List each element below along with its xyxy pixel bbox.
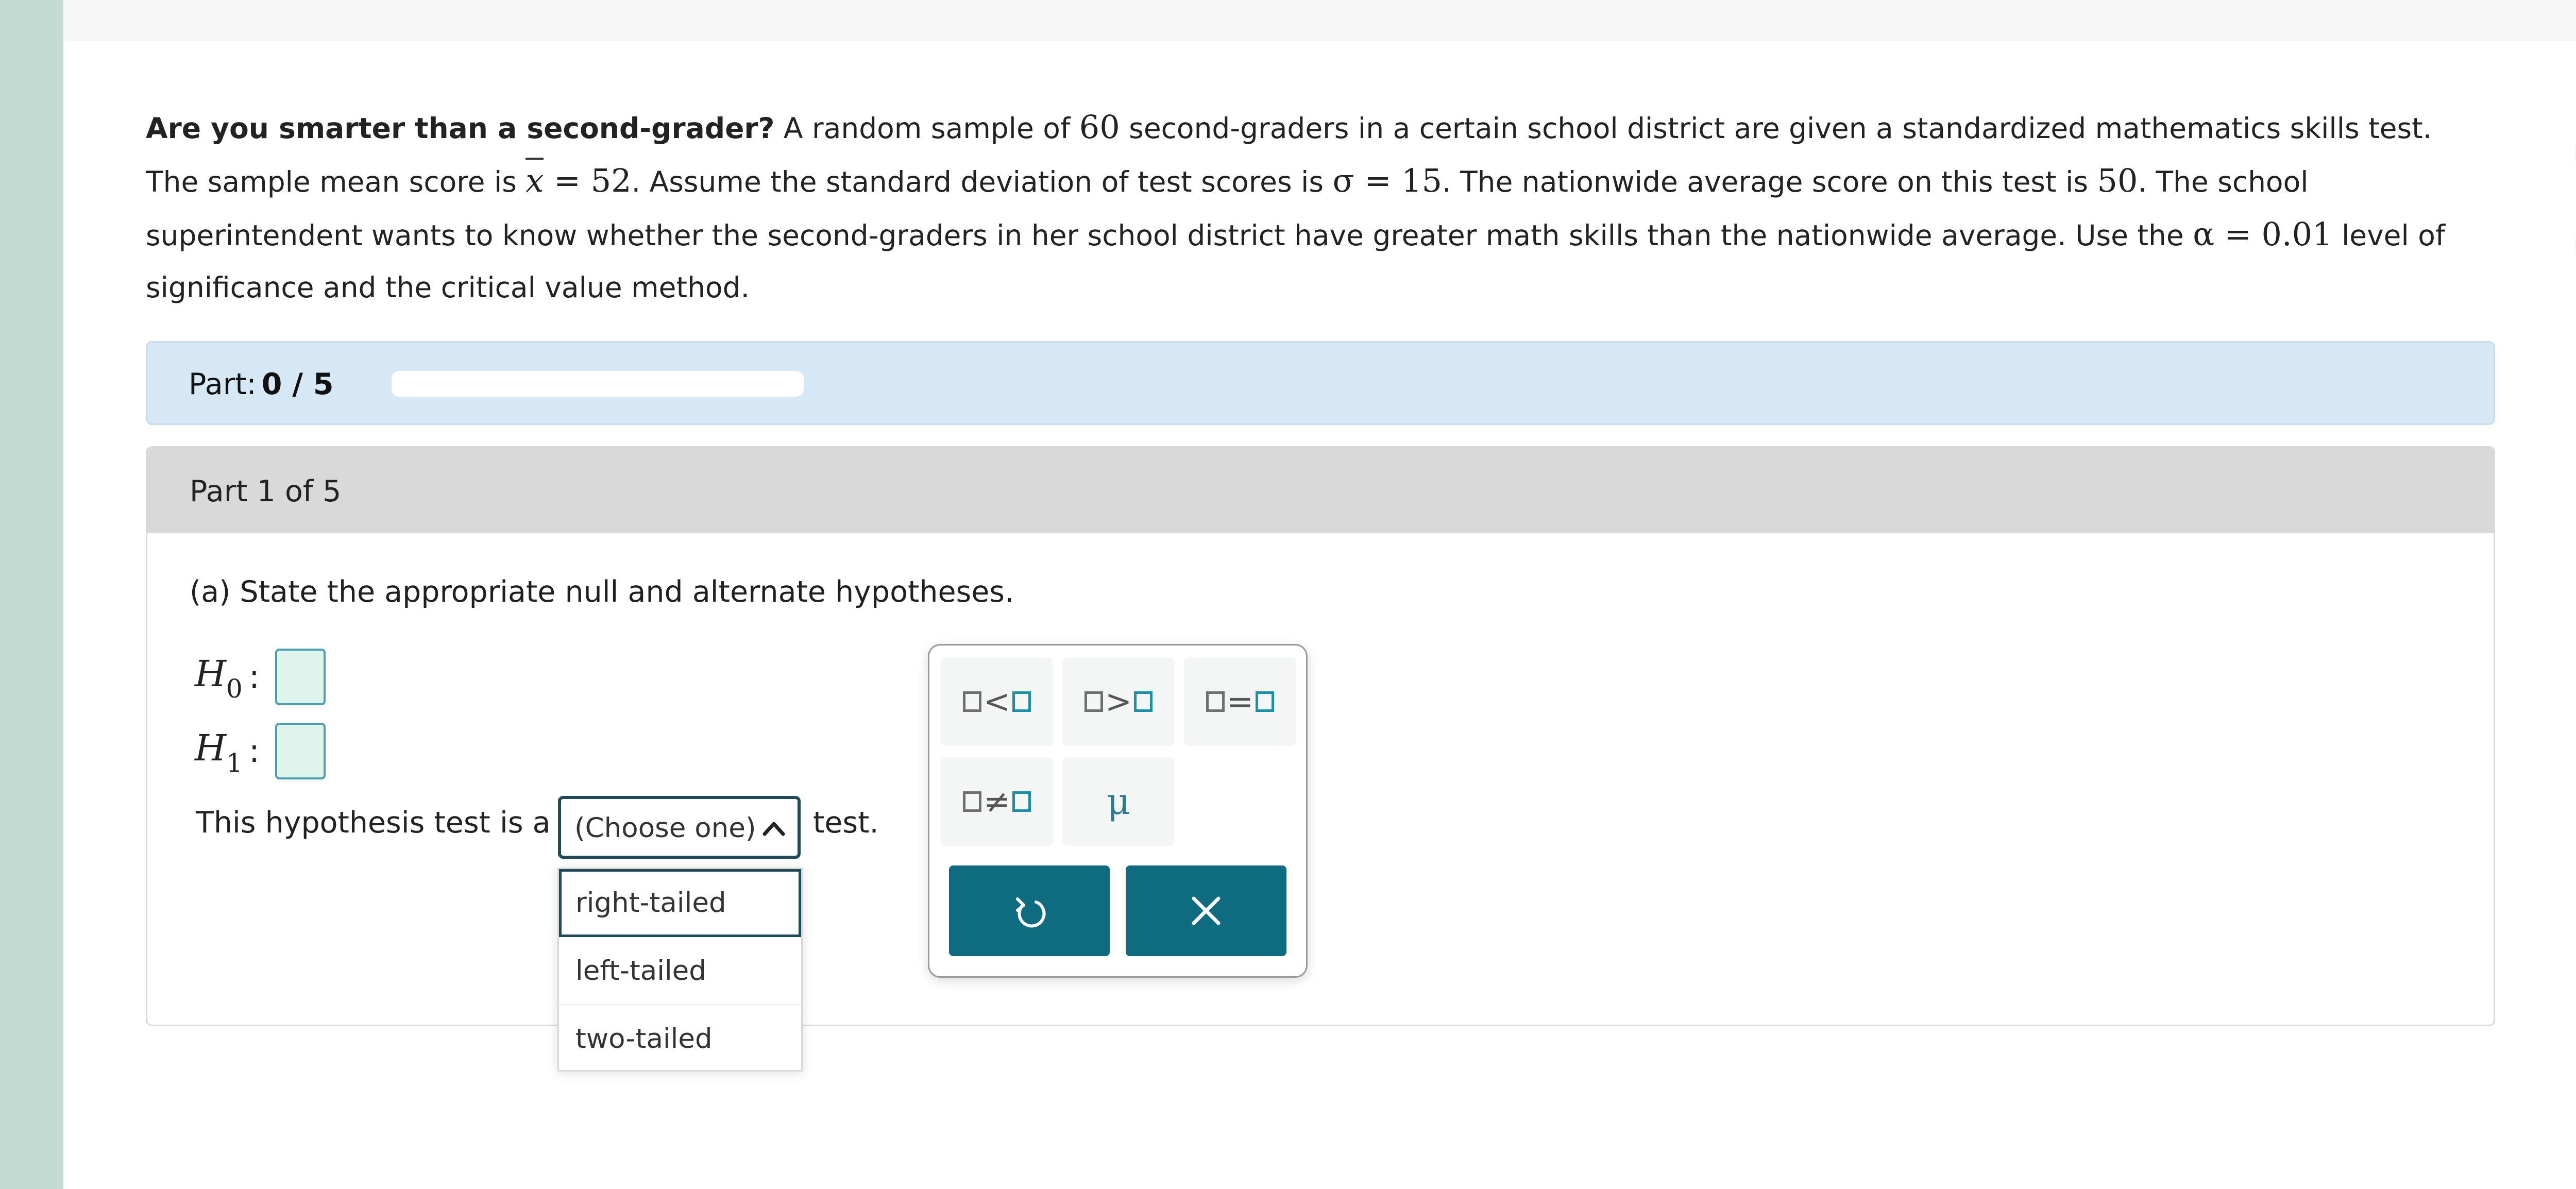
question-text-part-4: . The nationwide average score on this t… [1442,165,2097,198]
part-card: Part 1 of 5 [146,446,2495,1026]
h1-colon: : [249,732,260,770]
part-header: Part 1 of 5 [147,448,2494,533]
population-mean: 50 [2097,162,2138,199]
progress-track [392,371,804,397]
option-right-tailed[interactable]: right-tailed [559,869,801,937]
not-equal-symbol: ≠ [984,783,1010,820]
progress-label: Part: 0 / 5 [189,366,334,402]
sample-mean-value: = 52 [544,162,632,199]
test-type-prefix: This hypothesis test is a [196,806,551,840]
not-equal-button[interactable]: ≠ [941,757,1053,846]
empty-box-icon [1084,691,1104,712]
question-text: Are you smarter than a second-grader? A … [146,101,2485,314]
empty-box-icon [1012,691,1031,712]
part-instruction: (a) State the appropriate null and alter… [190,575,1014,609]
part-header-label: Part 1 of 5 [190,474,342,508]
sample-size: 60 [1079,108,1120,146]
equals-symbol: = [1227,683,1253,720]
greater-than-symbol: > [1105,683,1132,720]
clear-button[interactable] [1126,865,1286,956]
h0-colon: : [249,658,260,695]
page: Are you smarter than a second-grader? A … [0,0,2576,1189]
option-two-tailed[interactable]: two-tailed [559,1005,801,1073]
equals-button[interactable]: = [1184,657,1296,746]
h0-subscript: 0 [226,674,243,704]
part-progress-bar: Part: 0 / 5 [146,341,2495,425]
alpha-expression: α = 0.01 [2193,215,2333,253]
test-type-suffix: test. [813,806,879,840]
undo-icon [1016,897,1046,928]
empty-box-icon [1133,691,1153,712]
h1-answer-box[interactable] [275,723,326,779]
less-than-button[interactable]: < [941,657,1053,746]
progress-value: 0 / 5 [261,367,334,401]
sample-mean-expression: x = 52 [526,158,632,199]
h1-letter: H [195,727,227,769]
sigma-expression: σ = 15 [1332,162,1443,199]
h0-letter: H [195,653,227,695]
option-left-tailed[interactable]: left-tailed [559,937,801,1005]
less-than-symbol: < [984,683,1010,720]
mu-button[interactable]: μ [1062,757,1175,846]
h0-answer-box[interactable] [275,649,326,705]
h1-label: H1 [195,727,243,784]
test-type-select[interactable]: (Choose one) [558,796,801,859]
test-type-dropdown: right-tailed left-tailed two-tailed [557,868,803,1072]
top-bar-strip [63,0,2576,41]
test-type-select-value: (Choose one) [574,812,756,844]
chevron-up-icon [762,822,785,836]
empty-box-icon [1206,691,1225,712]
h0-label: H0 [195,653,243,709]
mu-symbol: μ [1107,780,1130,823]
empty-box-icon [1255,691,1274,712]
symbol-palette: < > = ≠ μ [928,644,1308,978]
x-bar-symbol: x [526,155,544,207]
undo-button[interactable] [949,865,1110,956]
question-text-part-1: A random sample of [774,112,1079,145]
h1-subscript: 1 [226,748,243,778]
left-sidebar-strip [0,0,63,1189]
close-icon [1192,896,1221,925]
empty-box-icon [963,691,982,712]
question-text-part-3: . Assume the standard deviation of test … [631,165,1333,198]
question-title: Are you smarter than a second-grader? [146,112,775,145]
greater-than-button[interactable]: > [1062,657,1175,746]
empty-box-icon [1012,791,1031,812]
progress-label-text: Part: [189,367,257,401]
empty-box-icon [963,791,982,812]
